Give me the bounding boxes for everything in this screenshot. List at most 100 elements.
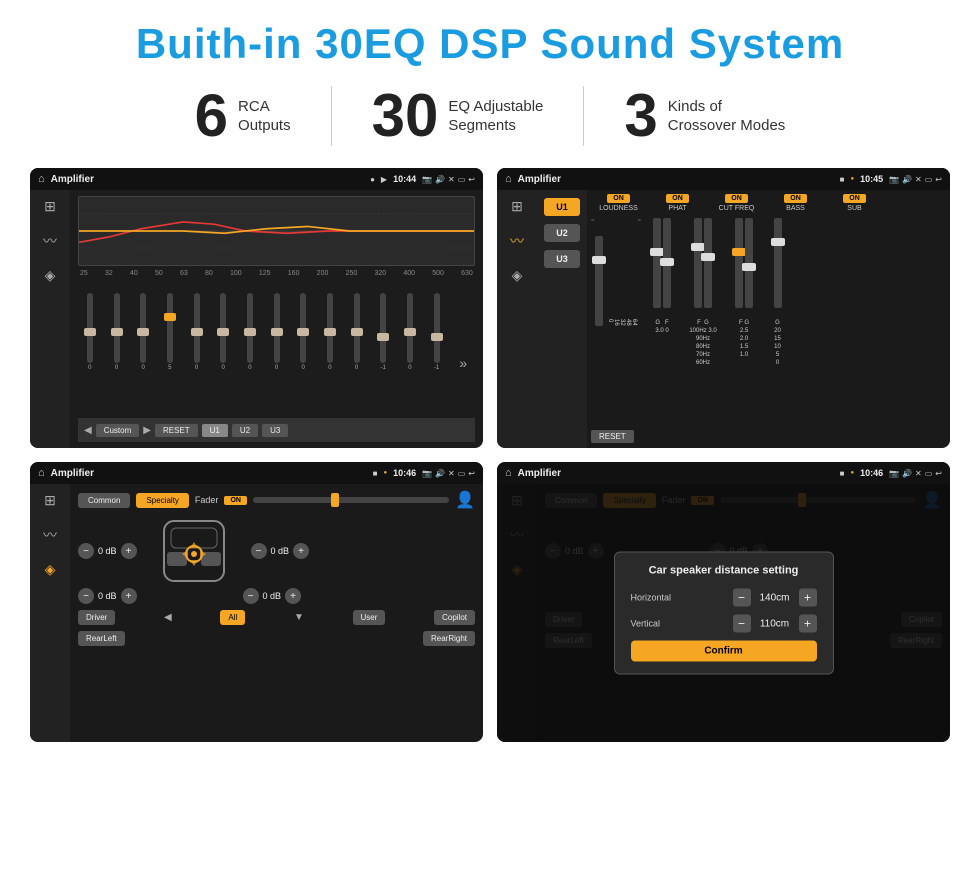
- fader-on-badge[interactable]: ON: [224, 496, 247, 505]
- loudness-fader-col: ~~ 644832160: [591, 218, 641, 420]
- window-icon: ▭: [458, 175, 466, 184]
- xover-eq-icon[interactable]: ⊞: [511, 198, 523, 215]
- vol-rearright-minus[interactable]: −: [243, 588, 259, 604]
- dialog-title: Car speaker distance setting: [631, 565, 817, 577]
- eq-slider-12[interactable]: -1: [371, 293, 395, 371]
- dialog-screen: Amplifier ■ ● 10:46 📷 🔊 ✕ ▭ ↩ ⊞ 〰 ◈: [497, 462, 950, 742]
- eq-slider-6[interactable]: 0: [211, 293, 235, 371]
- cutfreq-label: CUT FREQ: [719, 205, 755, 212]
- eq-slider-3[interactable]: 0: [131, 293, 155, 371]
- eq-slider-7[interactable]: 0: [238, 293, 262, 371]
- vol-right-minus[interactable]: −: [251, 543, 267, 559]
- eq-expand[interactable]: »: [451, 355, 475, 371]
- eq-slider-14[interactable]: -1: [425, 293, 449, 371]
- eq-slider-8[interactable]: 0: [265, 293, 289, 371]
- fader-arrow-left[interactable]: ◀: [164, 612, 172, 623]
- eq-slider-10[interactable]: 0: [318, 293, 342, 371]
- fader-bottom-row: Driver ◀ All ▼ User Copilot: [78, 610, 475, 625]
- home-icon-2[interactable]: [505, 173, 512, 185]
- speaker-adjust-icon[interactable]: ◈: [45, 267, 56, 284]
- eq-reset-btn[interactable]: RESET: [155, 424, 198, 437]
- xover-u1-btn[interactable]: U1: [544, 198, 580, 216]
- home-icon[interactable]: [38, 173, 45, 185]
- close-icon-2: ✕: [915, 175, 922, 184]
- xover-u2-btn[interactable]: U2: [544, 224, 580, 242]
- vol-controls-row: − 0 dB +: [78, 516, 475, 586]
- vol-right-plus[interactable]: +: [293, 543, 309, 559]
- home-icon-3[interactable]: [38, 467, 45, 479]
- eq-slider-1[interactable]: 0: [78, 293, 102, 371]
- fader-specialty-tab[interactable]: Specialty: [136, 493, 188, 508]
- vertical-plus[interactable]: +: [799, 615, 817, 633]
- eq-slider-4[interactable]: 5: [158, 293, 182, 371]
- fader-driver-btn[interactable]: Driver: [78, 610, 115, 625]
- xover-content: ⊞ 〰 ◈ U1 U2 U3 ON LOUDNESS: [497, 190, 950, 448]
- eq-u2-btn[interactable]: U2: [232, 424, 258, 437]
- bass-label: BASS: [786, 205, 805, 212]
- xover-phat: ON PHAT: [650, 194, 705, 212]
- xover-spk-icon[interactable]: ◈: [512, 267, 523, 284]
- xover-u3-btn[interactable]: U3: [544, 250, 580, 268]
- sub-fader-col: G 20 15 10 5 0: [765, 218, 790, 420]
- window-icon-2: ▭: [925, 175, 933, 184]
- vertical-minus[interactable]: −: [733, 615, 751, 633]
- fader-time: 10:46: [393, 468, 416, 478]
- sub-on-badge[interactable]: ON: [843, 194, 866, 203]
- fader-copilot-btn[interactable]: Copilot: [434, 610, 475, 625]
- fader-spk-icon[interactable]: ◈: [45, 561, 56, 578]
- eq-u3-btn[interactable]: U3: [262, 424, 288, 437]
- horizontal-minus[interactable]: −: [733, 589, 751, 607]
- vol-left-minus[interactable]: −: [78, 543, 94, 559]
- fader-common-tab[interactable]: Common: [78, 493, 130, 508]
- dialog-status-icons: 📷 🔊 ✕ ▭ ↩: [889, 469, 942, 478]
- confirm-button[interactable]: Confirm: [631, 641, 817, 662]
- home-icon-4[interactable]: [505, 467, 512, 479]
- fader-arrow-down[interactable]: ▼: [294, 612, 304, 623]
- eq-slider-9[interactable]: 0: [291, 293, 315, 371]
- close-icon-3: ✕: [448, 469, 455, 478]
- xover-wave-icon[interactable]: 〰: [510, 231, 524, 251]
- vol-rearleft-minus[interactable]: −: [78, 588, 94, 604]
- eq-slider-5[interactable]: 0: [185, 293, 209, 371]
- vol-icon-4: 🔊: [902, 469, 912, 478]
- vertical-stepper[interactable]: − 110cm +: [733, 615, 817, 633]
- phat-on-badge[interactable]: ON: [666, 194, 689, 203]
- eq-next-btn[interactable]: ▶: [143, 425, 151, 436]
- fader-main: Common Specialty Fader ON 👤 −: [70, 484, 483, 742]
- waveform-icon[interactable]: 〰: [43, 231, 57, 251]
- bass-fader-col: F G 2.5 2.0 1.5 1.0: [729, 218, 759, 420]
- vol-rearleft-plus[interactable]: +: [121, 588, 137, 604]
- eq-slider-13[interactable]: 0: [398, 293, 422, 371]
- eq-prev-btn[interactable]: ◀: [84, 425, 92, 436]
- horizontal-plus[interactable]: +: [799, 589, 817, 607]
- fader-all-btn[interactable]: All: [220, 610, 245, 625]
- vol-rearright-plus[interactable]: +: [285, 588, 301, 604]
- vol-left-plus[interactable]: +: [121, 543, 137, 559]
- crossover-screen: Amplifier ■ ● 10:45 📷 🔊 ✕ ▭ ↩ ⊞ 〰 ◈: [497, 168, 950, 448]
- fader-rearright-btn[interactable]: RearRight: [423, 631, 475, 646]
- fader-slider[interactable]: [253, 497, 449, 503]
- xover-reset-btn[interactable]: RESET: [591, 430, 634, 443]
- loudness-on-badge[interactable]: ON: [607, 194, 630, 203]
- eq-status-icons: 📷 🔊 ✕ ▭ ↩: [422, 175, 475, 184]
- fader-user-btn[interactable]: User: [353, 610, 386, 625]
- cutfreq-on-badge[interactable]: ON: [725, 194, 748, 203]
- dialog-horizontal-row: Horizontal − 140cm +: [631, 589, 817, 607]
- dialog-box: Car speaker distance setting Horizontal …: [614, 552, 834, 675]
- eq-slider-2[interactable]: 0: [105, 293, 129, 371]
- fader-eq-icon[interactable]: ⊞: [44, 492, 56, 509]
- sub-label: SUB: [847, 205, 861, 212]
- eq-u1-btn[interactable]: U1: [202, 424, 228, 437]
- bass-on-badge[interactable]: ON: [784, 194, 807, 203]
- vol-rearleft-val: 0 dB: [98, 591, 117, 601]
- fader-wave-icon[interactable]: 〰: [43, 525, 57, 545]
- eq-sliders-icon[interactable]: ⊞: [44, 198, 56, 215]
- eq-slider-11[interactable]: 0: [345, 293, 369, 371]
- xover-bass: ON BASS: [768, 194, 823, 212]
- vol-rearleft: − 0 dB +: [78, 588, 137, 604]
- vertical-value: 110cm: [755, 618, 795, 629]
- xover-cutfreq: ON CUT FREQ: [709, 194, 764, 212]
- eq-custom-btn[interactable]: Custom: [96, 424, 140, 437]
- horizontal-stepper[interactable]: − 140cm +: [733, 589, 817, 607]
- fader-rearleft-btn[interactable]: RearLeft: [78, 631, 125, 646]
